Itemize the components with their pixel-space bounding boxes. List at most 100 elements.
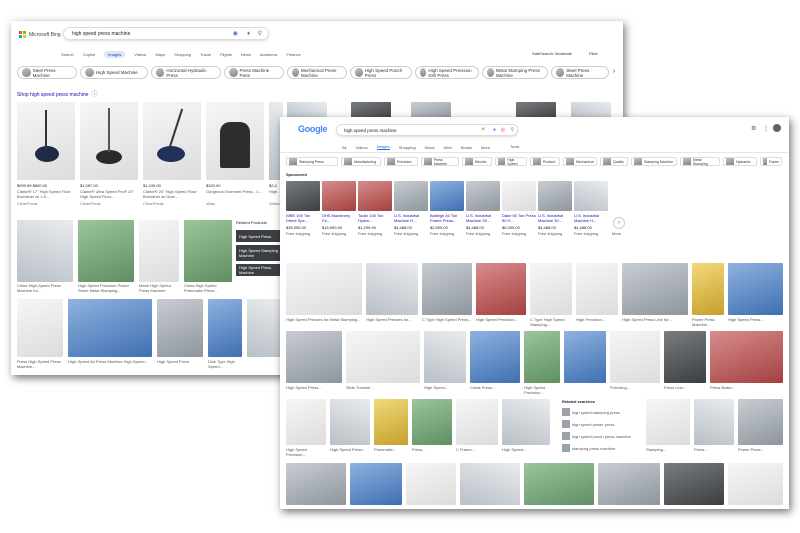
related-search-item[interactable]: high speed power press	[562, 420, 614, 428]
sponsored-item[interactable]: DHS Machinery Fa... $16,990.00 Free ship…	[322, 181, 356, 253]
image-result[interactable]	[17, 220, 73, 282]
related-search-item[interactable]: stamping press machine	[562, 444, 615, 452]
image-result[interactable]	[692, 263, 724, 315]
related-product-item[interactable]: High Speed Press Machine	[236, 264, 280, 276]
related-search-item[interactable]: high speed stamping press	[562, 408, 620, 416]
image-result[interactable]	[664, 331, 706, 383]
google-chip[interactable]: Mechanical	[563, 157, 597, 166]
bing-pill[interactable]: Metal Stamping Press Machine	[482, 66, 548, 79]
image-result[interactable]	[728, 463, 783, 505]
google-chip[interactable]: Frame	[760, 157, 782, 166]
image-result[interactable]	[139, 220, 179, 282]
bing-filter-button[interactable]: Filter	[589, 51, 598, 56]
image-result[interactable]	[422, 263, 472, 315]
apps-grid-icon[interactable]: ⋮	[763, 125, 769, 132]
google-chip[interactable]: Quality	[600, 157, 628, 166]
image-result[interactable]	[286, 463, 346, 505]
settings-icon[interactable]: ⚙	[751, 125, 756, 132]
image-result[interactable]	[286, 263, 362, 315]
google-tab-web[interactable]: Web	[444, 145, 452, 150]
sponsored-item[interactable]: U.S. Industrial Machine 30... $4,488.00 …	[538, 181, 572, 253]
image-result[interactable]	[664, 463, 724, 505]
image-result[interactable]	[350, 463, 402, 505]
bing-pill[interactable]: Steel Press Machine	[551, 66, 609, 79]
google-chip[interactable]: High Speed	[495, 157, 527, 166]
related-search-item[interactable]: high speed punch press machine	[562, 432, 631, 440]
related-product-item[interactable]: High Speed Press	[236, 230, 280, 242]
bing-tab-finance[interactable]: Finance	[286, 52, 300, 57]
product-card[interactable]: $999.99 $600.00 Clarke® 17" High Speed F…	[17, 102, 75, 210]
image-result[interactable]	[476, 263, 526, 315]
bing-safesearch[interactable]: SafeSearch: Moderate	[532, 51, 572, 56]
image-result[interactable]	[406, 463, 456, 505]
google-chip[interactable]: Press Machine	[421, 157, 459, 166]
image-result[interactable]	[530, 263, 572, 315]
image-result[interactable]	[286, 399, 326, 445]
bing-camera-icon[interactable]: ◉	[233, 31, 238, 37]
product-card[interactable]: $1,249.00 Clarke® 20" High Speed Floor B…	[143, 102, 201, 210]
image-result[interactable]	[598, 463, 660, 505]
bing-tab-shopping[interactable]: Shopping	[174, 52, 191, 57]
bing-tab-academic[interactable]: Academic	[260, 52, 278, 57]
google-search-input[interactable]: high speed press machine	[344, 128, 397, 133]
image-result[interactable]	[157, 299, 203, 357]
image-result[interactable]	[286, 331, 342, 383]
bing-tab-travel[interactable]: Travel	[200, 52, 211, 57]
avatar[interactable]	[773, 124, 781, 132]
bing-tab-maps[interactable]: Maps	[155, 52, 165, 57]
image-result[interactable]	[374, 399, 408, 445]
bing-pill[interactable]: High Speed Machine	[80, 66, 148, 79]
image-result[interactable]	[247, 299, 281, 357]
google-chip[interactable]: Hydraulic	[723, 157, 757, 166]
bing-mic-icon[interactable]: ♦	[247, 31, 250, 37]
google-tab-shopping[interactable]: Shopping	[399, 145, 416, 150]
image-result[interactable]	[610, 331, 660, 383]
image-result[interactable]	[728, 263, 783, 315]
image-result[interactable]	[470, 331, 520, 383]
google-search-icon[interactable]: ⚲	[510, 127, 514, 133]
bing-tab-copilot[interactable]: Copilot	[83, 52, 95, 57]
bing-search-input[interactable]: high speed press machine	[72, 31, 130, 37]
image-result[interactable]	[502, 399, 550, 445]
sponsored-item[interactable]: WBE 100 Ton Direct Spe... $35,955.00 Fre…	[286, 181, 320, 253]
google-tab-all[interactable]: All	[342, 145, 346, 150]
sponsored-item[interactable]: Tooliz 100 Ton Hydra... $1,299.99 Free s…	[358, 181, 392, 253]
bing-logo[interactable]: Microsoft Bing	[19, 31, 61, 38]
image-result[interactable]	[460, 463, 520, 505]
bing-search-icon[interactable]: ⚲	[258, 31, 262, 37]
bing-search-box[interactable]: high speed press machine ◉ ♦ ⚲	[63, 27, 269, 40]
clear-icon[interactable]: ×	[481, 127, 485, 133]
product-card[interactable]: $1,087.00 Clarke® Ultra Speed Pro® 20" H…	[80, 102, 138, 210]
image-result[interactable]	[710, 331, 783, 383]
sponsored-item[interactable]: Baileigh 40 Ton Frame Press... $2,599.00…	[430, 181, 464, 253]
google-tab-more[interactable]: More	[481, 145, 490, 150]
image-result[interactable]	[694, 399, 734, 445]
sponsored-item[interactable]: Dake 50 Ton Press 50 H... $6,399.00 Free…	[502, 181, 536, 253]
sponsored-item[interactable]: U.S. Industrial Machine H... $4,488.00 F…	[394, 181, 428, 253]
product-card[interactable]: $320.00 Gorgeous Grommet Press - 1... eB…	[206, 102, 264, 210]
image-result[interactable]	[738, 399, 783, 445]
sponsored-item[interactable]: U.S. Industrial Machine 25... $4,488.00 …	[466, 181, 500, 253]
google-chip[interactable]: Product	[530, 157, 560, 166]
image-result[interactable]	[208, 299, 242, 357]
image-result[interactable]	[412, 399, 452, 445]
bing-pill[interactable]: Horizontal Hydraulic Press	[151, 66, 221, 79]
google-lens-icon[interactable]: ◎	[501, 127, 505, 133]
sponsored-more-button[interactable]: ›	[613, 217, 625, 229]
google-search-box[interactable]: high speed press machine × ● ◎ ⚲	[336, 124, 518, 136]
image-result[interactable]	[78, 220, 134, 282]
google-chip[interactable]: Electric	[462, 157, 492, 166]
bing-pill[interactable]: High Speed Precision Drill Press	[415, 66, 479, 79]
image-result[interactable]	[17, 299, 63, 357]
google-chip[interactable]: Metal Stamping	[680, 157, 720, 166]
google-tab-images[interactable]: Images	[376, 144, 390, 150]
image-result[interactable]	[366, 263, 418, 315]
google-chip[interactable]: Stamping Machine	[631, 157, 677, 166]
sponsored-item[interactable]: U.S. Industrial Machine H... $4,488.00 F…	[574, 181, 608, 253]
google-tab-videos[interactable]: Videos	[355, 145, 367, 150]
image-result[interactable]	[564, 331, 606, 383]
google-tools-button[interactable]: Tools	[510, 144, 519, 149]
google-chip[interactable]: Stamping Press	[286, 157, 338, 166]
google-tab-books[interactable]: Books	[461, 145, 472, 150]
shop-heading-text[interactable]: Shop high speed press machine	[17, 92, 88, 98]
